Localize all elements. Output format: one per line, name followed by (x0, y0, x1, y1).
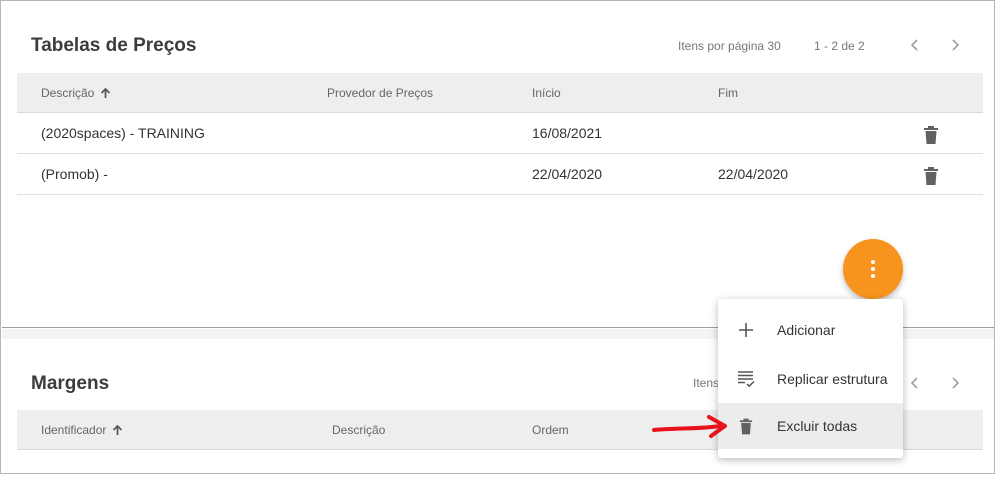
menu-item-label: Adicionar (777, 322, 836, 338)
items-per-page-label: Itens por página (678, 39, 765, 53)
column-descricao[interactable]: Descrição (332, 423, 385, 437)
margins-prev-page-button[interactable] (904, 372, 926, 394)
cell-inicio: 22/04/2020 (532, 166, 603, 182)
column-fim[interactable]: Fim (718, 86, 738, 100)
column-descricao-label: Descrição (332, 423, 386, 437)
column-descricao-label: Descrição (41, 86, 95, 100)
chevron-left-icon (910, 377, 918, 389)
column-descricao[interactable]: Descrição (41, 86, 111, 100)
trash-icon (736, 416, 756, 436)
column-inicio-label: Início (532, 86, 561, 100)
price-tables-title: Tabelas de Preços (31, 35, 197, 56)
trash-icon[interactable] (923, 167, 939, 185)
chevron-left-icon (910, 39, 918, 51)
items-per-page[interactable]: Itens por página 30 (678, 39, 781, 53)
column-ordem[interactable]: Ordem (532, 423, 569, 437)
cell-inicio: 16/08/2021 (532, 125, 603, 141)
prev-page-button[interactable] (904, 34, 926, 56)
margins-next-page-button[interactable] (944, 372, 966, 394)
cell-fim: 22/04/2020 (718, 166, 789, 182)
plus-icon (736, 320, 756, 340)
price-tables-header: Descrição Provedor de Preços Início Fim (17, 73, 983, 113)
items-per-page-value[interactable]: 30 (767, 39, 780, 53)
arrow-up-icon (113, 424, 123, 435)
menu-item-label: Replicar estrutura (777, 371, 888, 387)
menu-item-adicionar[interactable]: Adicionar (718, 307, 903, 353)
table-row[interactable]: (Promob) - 22/04/2020 22/04/2020 (17, 154, 983, 195)
cell-descricao: (2020spaces) - TRAINING (41, 125, 205, 141)
pagination-range: 1 - 2 de 2 (814, 39, 865, 53)
margins-title: Margens (31, 373, 110, 394)
trash-icon[interactable] (923, 126, 939, 144)
column-identificador[interactable]: Identificador (41, 423, 123, 437)
menu-item-replicar-estrutura[interactable]: Replicar estrutura (718, 356, 903, 402)
more-actions-fab[interactable] (843, 239, 903, 299)
column-ordem-label: Ordem (532, 423, 569, 437)
column-inicio[interactable]: Início (532, 86, 561, 100)
arrow-up-icon (101, 87, 111, 98)
window-frame: Tabelas de Preços Itens por página 30 1 … (0, 0, 995, 474)
cell-descricao: (Promob) - (41, 166, 108, 182)
column-identificador-label: Identificador (41, 423, 107, 437)
fab-menu: Adicionar Replicar estrutura Excluir tod… (718, 299, 903, 458)
column-provedor[interactable]: Provedor de Preços (327, 86, 433, 100)
column-provedor-label: Provedor de Preços (327, 86, 434, 100)
column-fim-label: Fim (718, 86, 738, 100)
playlist-check-icon (736, 369, 756, 389)
annotation-arrow-icon (652, 415, 727, 438)
dots-vertical-icon (871, 260, 875, 278)
margins-items-per-page[interactable]: Itens (693, 376, 719, 390)
chevron-right-icon (952, 377, 960, 389)
table-row[interactable]: (2020spaces) - TRAINING 16/08/2021 (17, 113, 983, 154)
menu-item-label: Excluir todas (777, 418, 858, 434)
menu-item-excluir-todas[interactable]: Excluir todas (718, 403, 903, 449)
next-page-button[interactable] (944, 34, 966, 56)
chevron-right-icon (952, 39, 960, 51)
